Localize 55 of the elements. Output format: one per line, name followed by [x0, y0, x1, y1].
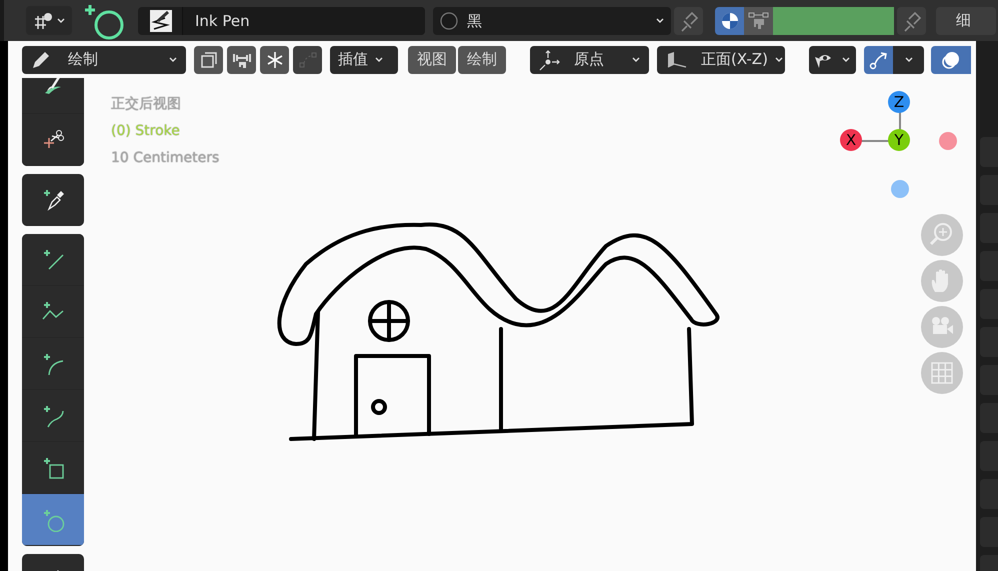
pie-icon	[720, 10, 740, 30]
overlay-dropdown[interactable]	[893, 46, 924, 74]
grid-button[interactable]	[921, 352, 963, 394]
vertex-paint-icon	[748, 10, 770, 30]
freeze-toggle[interactable]	[260, 46, 289, 74]
plane-axis-icon	[665, 50, 687, 70]
mode-label: 绘制	[67, 50, 99, 69]
axis-label[interactable]: X	[840, 129, 862, 151]
scale-label: 10 Centimeters	[111, 149, 220, 168]
object-name: (0) Stroke	[111, 122, 180, 141]
orientation-label: 正面(X-Z)	[700, 50, 768, 69]
axis-label[interactable]: Y	[888, 129, 910, 151]
grid-pin-icon	[32, 10, 54, 30]
brush-preview-icon	[150, 10, 172, 32]
pan-button[interactable]	[921, 260, 963, 302]
layers-icon	[198, 50, 218, 70]
pivot-icon	[538, 48, 560, 70]
menu-button[interactable]: 绘制	[458, 46, 506, 74]
material-dropdown[interactable]: 黑	[433, 6, 671, 34]
mode-dropdown[interactable]: 绘制	[22, 46, 186, 74]
chevron-icon	[631, 55, 641, 64]
autoweight-toggle[interactable]	[227, 46, 256, 74]
chevron-icon	[774, 55, 784, 64]
camera-button[interactable]	[921, 306, 963, 348]
zoom-button[interactable]	[921, 214, 963, 256]
brush-field[interactable]: Ink Pen	[138, 6, 425, 34]
xray-toggle[interactable]	[931, 46, 971, 74]
interpolate-dropdown[interactable]: 插值	[330, 46, 398, 74]
overlay-toggle[interactable]	[864, 46, 893, 74]
axis-label[interactable]: Z	[888, 91, 910, 113]
chevron-icon	[374, 55, 384, 64]
color-swatch[interactable]	[773, 6, 894, 34]
pivot-dropdown[interactable]: 原点	[530, 46, 649, 74]
pin-button[interactable]	[897, 6, 926, 34]
material-mode-button[interactable]	[715, 6, 744, 34]
circle-plus-icon	[84, 2, 124, 40]
material-sphere-icon	[439, 10, 459, 30]
chevron-icon	[655, 16, 665, 25]
tool-settings-button[interactable]	[26, 6, 72, 35]
orientation-dropdown[interactable]: 正面(X-Z)	[657, 46, 785, 74]
brush-name: Ink Pen	[182, 6, 425, 34]
chevron-icon	[168, 55, 178, 64]
pivot-label: 原点	[573, 50, 605, 69]
chevron-icon	[56, 16, 66, 25]
subdivide-button[interactable]: 细	[936, 6, 996, 34]
menu-button[interactable]: 视图	[408, 46, 456, 74]
snowflake-icon	[264, 50, 284, 70]
view-name: 正交后视图	[111, 95, 181, 114]
pin-button[interactable]	[674, 6, 703, 34]
interpolate-label: 插值	[338, 50, 368, 69]
curve-icon	[298, 50, 318, 70]
visibility-dropdown[interactable]	[809, 46, 856, 74]
multiframe-toggle[interactable]	[194, 46, 223, 74]
chevron-icon	[841, 55, 851, 64]
chevron-icon	[904, 55, 914, 64]
